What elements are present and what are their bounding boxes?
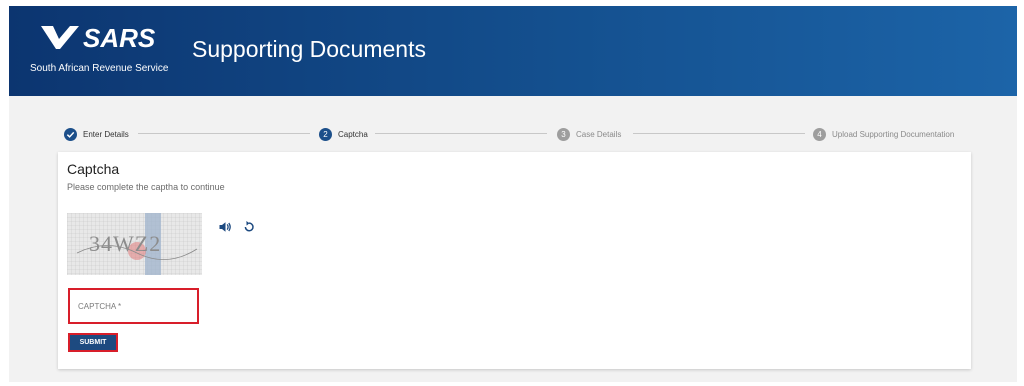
step-case-details[interactable]: 3 Case Details: [557, 124, 621, 144]
sars-logo-mark: [41, 26, 79, 49]
step-enter-details[interactable]: Enter Details: [64, 124, 129, 144]
refresh-icon[interactable]: [242, 220, 256, 234]
captcha-input[interactable]: [70, 290, 197, 322]
site-header: SARS South African Revenue Service Suppo…: [9, 6, 1017, 96]
step-number: 4: [813, 127, 826, 141]
step-captcha[interactable]: 2 Captcha: [319, 124, 368, 144]
browser-viewport: SARS South African Revenue Service Suppo…: [9, 6, 1017, 382]
check-icon: [64, 127, 77, 141]
stepper-connector: [375, 133, 547, 134]
page-title: Supporting Documents: [192, 36, 426, 62]
captcha-field: [68, 288, 199, 324]
step-label: Captcha: [338, 129, 368, 139]
captcha-card: Captcha Please complete the captha to co…: [58, 152, 971, 369]
card-title: Captcha: [67, 161, 120, 177]
speaker-icon[interactable]: [218, 220, 232, 234]
card-subtitle: Please complete the captha to continue: [67, 182, 225, 192]
submit-button[interactable]: SUBMIT: [68, 333, 118, 352]
step-upload-documentation[interactable]: 4 Upload Supporting Documentation: [813, 124, 954, 144]
step-number: 2: [319, 127, 332, 141]
stepper-connector: [633, 133, 805, 134]
step-label: Enter Details: [83, 129, 129, 139]
captcha-text: 34WZ2: [89, 231, 161, 256]
progress-stepper: Enter Details 2 Captcha 3 Case Details 4…: [9, 124, 1017, 144]
step-label: Upload Supporting Documentation: [832, 129, 955, 139]
step-number: 3: [557, 127, 570, 141]
captcha-image: 34WZ2: [67, 213, 202, 275]
sars-logo-text: SARS: [83, 24, 156, 50]
sars-logo: SARS: [41, 24, 156, 50]
logo-subtitle: South African Revenue Service: [30, 63, 169, 74]
step-label: Case Details: [576, 129, 622, 139]
stepper-connector: [138, 133, 310, 134]
